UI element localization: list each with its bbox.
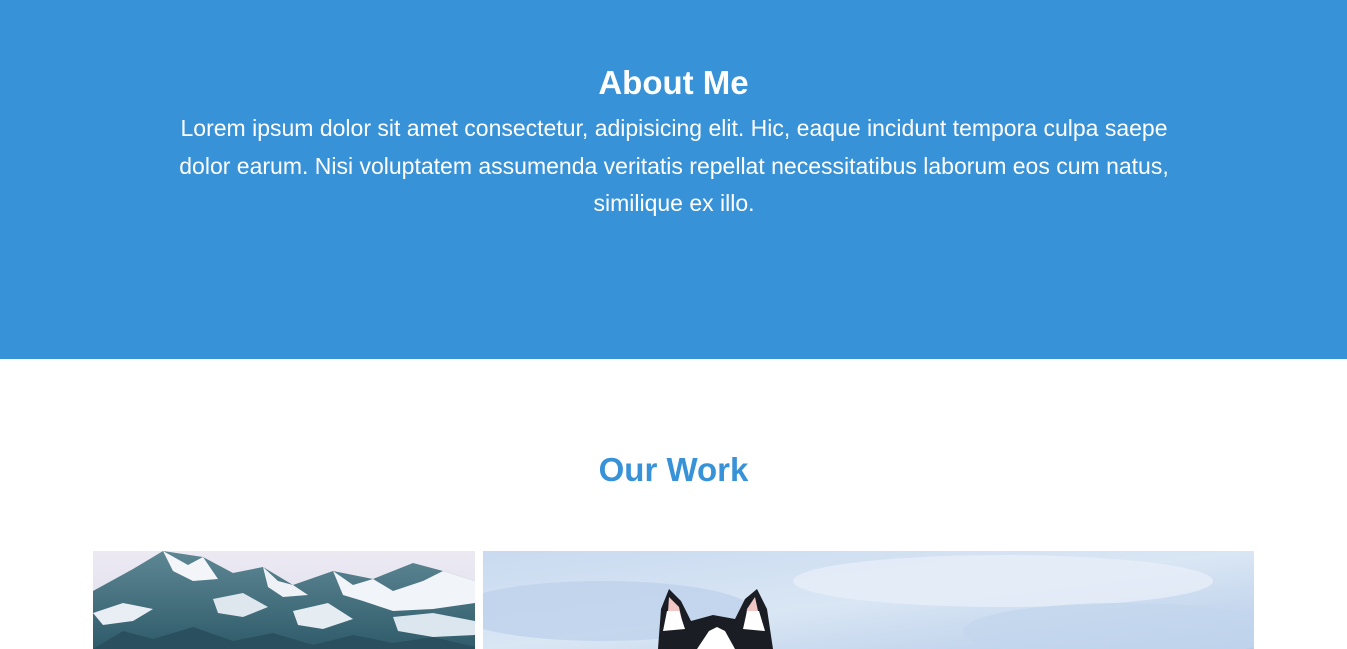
mountain-image: [93, 551, 475, 649]
about-section: About Me Lorem ipsum dolor sit amet cons…: [0, 0, 1347, 359]
our-work-title: Our Work: [598, 451, 749, 488]
about-description: Lorem ipsum dolor sit amet consectetur, …: [179, 115, 1169, 216]
about-title: About Me: [598, 64, 749, 101]
work-photo-mountain[interactable]: [93, 551, 475, 649]
work-photo-dog[interactable]: [483, 551, 1254, 649]
husky-dog-image: [483, 551, 1254, 649]
